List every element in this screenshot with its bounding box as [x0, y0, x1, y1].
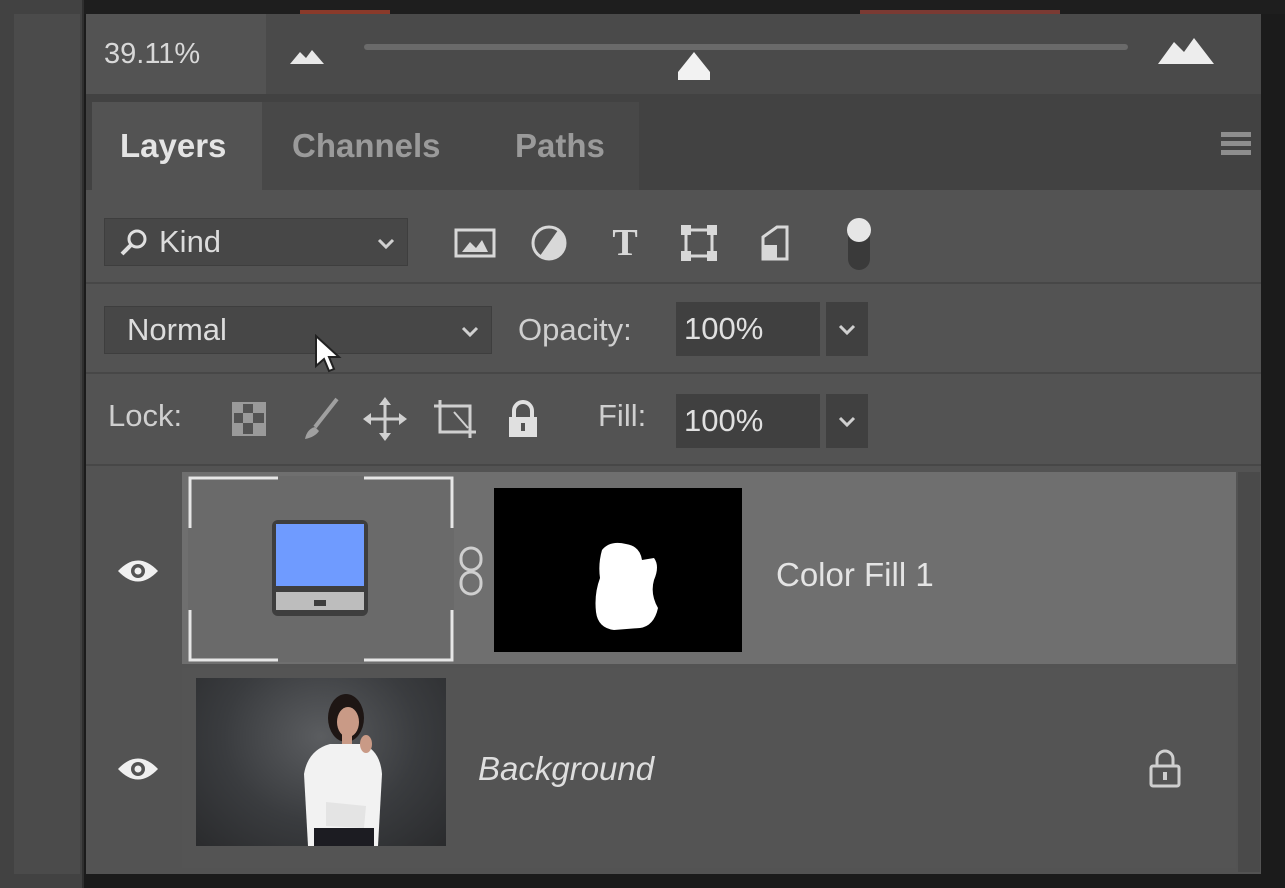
chevron-down-icon	[461, 326, 479, 338]
panel-menu-icon[interactable]	[1221, 132, 1251, 156]
tab-channels-label: Channels	[292, 127, 441, 164]
image-filter-icon[interactable]	[452, 220, 498, 266]
layers-scrollbar[interactable]	[1238, 472, 1260, 872]
lock-label: Lock:	[108, 398, 183, 433]
layer-name-color-fill: Color Fill 1	[776, 556, 934, 593]
tab-paths[interactable]: Paths	[487, 102, 639, 190]
opacity-value: 100%	[684, 311, 764, 346]
lock-row: Lock: Fill: 100%	[86, 374, 1261, 466]
lock-transparent-pixels-icon[interactable]	[226, 396, 272, 442]
shape-filter-icon[interactable]	[676, 220, 722, 266]
layer-name-background: Background	[478, 750, 655, 787]
layer-locked-padlock-icon[interactable]	[1148, 748, 1182, 788]
zoom-value: 39.11%	[104, 37, 201, 70]
navigator-zoom-row: 39.11%	[86, 14, 1261, 94]
layers-panel: Layers Channels Paths Kind T Normal Opac…	[86, 94, 1261, 874]
fill-value: 100%	[684, 403, 764, 438]
lock-image-pixels-brush-icon[interactable]	[298, 396, 344, 442]
layer-row-color-fill[interactable]: Color Fill 1	[86, 472, 1236, 664]
zoom-percentage-field[interactable]: 39.11%	[86, 14, 266, 94]
lock-all-padlock-icon[interactable]	[500, 396, 546, 442]
mouse-cursor-icon	[315, 334, 342, 373]
chevron-down-icon	[838, 416, 856, 428]
tab-paths-label: Paths	[515, 127, 605, 164]
fill-dropdown-button[interactable]	[826, 394, 868, 448]
blend-mode-dropdown[interactable]: Normal	[104, 306, 492, 354]
tab-layers[interactable]: Layers	[92, 102, 262, 190]
smart-object-filter-icon[interactable]	[752, 220, 798, 266]
adjustment-filter-icon[interactable]	[526, 220, 572, 266]
blend-mode-row: Normal Opacity: 100%	[86, 284, 1261, 374]
opacity-label: Opacity:	[518, 312, 632, 347]
zoom-out-mountain-icon[interactable]	[290, 46, 324, 66]
tab-layers-label: Layers	[120, 127, 227, 164]
link-chain-icon[interactable]	[456, 546, 486, 596]
lock-artboard-icon[interactable]	[432, 396, 478, 442]
eye-visibility-icon[interactable]	[116, 556, 160, 586]
eye-visibility-icon[interactable]	[116, 754, 160, 784]
layer-mask-thumbnail[interactable]	[494, 488, 742, 652]
top-edge	[0, 0, 1285, 14]
left-toolbar-strip	[0, 0, 84, 888]
filter-kind-label: Kind	[159, 224, 222, 259]
opacity-dropdown-button[interactable]	[826, 302, 868, 356]
fill-label: Fill:	[598, 398, 647, 433]
layer-row-background[interactable]: Background	[86, 668, 1236, 868]
type-filter-icon[interactable]: T	[602, 220, 648, 266]
chevron-down-icon	[377, 238, 395, 250]
layer-filter-row: Kind T	[86, 190, 1261, 284]
opacity-input[interactable]: 100%	[676, 302, 820, 356]
blend-mode-value: Normal	[127, 312, 227, 347]
search-icon	[120, 229, 147, 256]
color-fill-swatch-icon	[272, 520, 368, 616]
lock-position-move-icon[interactable]	[362, 396, 408, 442]
left-toolbar-inner	[14, 14, 80, 874]
panel-tabs-bar: Layers Channels Paths	[86, 94, 1261, 190]
zoom-slider-track[interactable]	[364, 44, 1128, 50]
filter-kind-dropdown[interactable]: Kind	[104, 218, 408, 266]
tab-channels[interactable]: Channels	[262, 102, 487, 190]
chevron-down-icon	[838, 324, 856, 336]
fill-input[interactable]: 100%	[676, 394, 820, 448]
zoom-slider-thumb[interactable]	[676, 50, 712, 82]
background-layer-thumbnail[interactable]	[196, 678, 446, 846]
zoom-in-mountain-icon[interactable]	[1158, 36, 1214, 66]
filter-on-off-toggle[interactable]	[844, 216, 874, 272]
